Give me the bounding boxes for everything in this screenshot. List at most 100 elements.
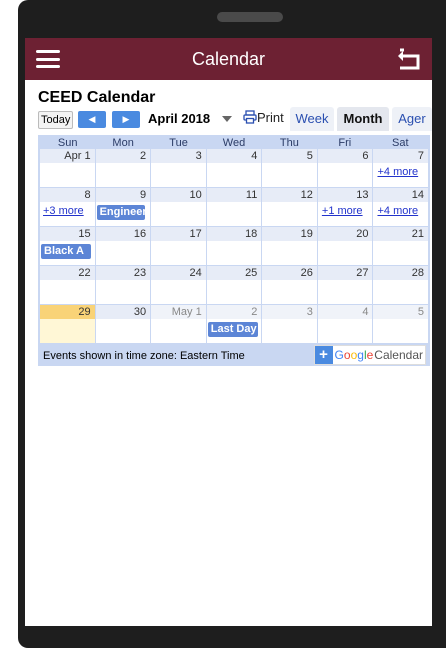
day-cell[interactable]: 24 <box>151 266 206 304</box>
more-events-link[interactable]: +1 more <box>322 205 363 217</box>
day-number: 25 <box>206 266 262 280</box>
month-dropdown-icon[interactable] <box>222 116 232 122</box>
weekday-label: Mon <box>112 137 134 149</box>
calendar-toolbar: Today ◀ ▶ April 2018 Print Week Month Ag… <box>38 107 432 132</box>
day-cell[interactable]: 5 <box>262 149 317 187</box>
week-row: 8 +3 more 9 Engineer 10 11 12 13 +1 more… <box>40 188 429 226</box>
day-cell[interactable]: 30 <box>95 305 151 343</box>
week-row: 15 Black A 16 17 18 19 20 21 <box>40 227 429 265</box>
day-cell[interactable]: 22 <box>40 266 95 304</box>
speaker-grille <box>217 12 283 22</box>
day-number: 4 <box>317 305 373 319</box>
day-number: 5 <box>373 305 429 319</box>
day-cell[interactable]: 16 <box>95 227 151 265</box>
app-screen: Calendar CEED Calendar Today ◀ ▶ April 2… <box>25 38 432 626</box>
day-cell[interactable]: 3 <box>151 149 206 187</box>
day-cell[interactable]: 27 <box>317 266 373 304</box>
prev-button[interactable]: ◀ <box>78 111 106 128</box>
day-cell[interactable]: 5 <box>373 305 429 343</box>
day-cell[interactable]: 6 <box>317 149 373 187</box>
day-cell[interactable]: May 1 <box>151 305 206 343</box>
day-cell[interactable]: 4 <box>206 149 262 187</box>
event-chip[interactable]: Black A <box>41 244 91 259</box>
day-number: 11 <box>206 188 262 202</box>
weekday-label: Wed <box>222 137 246 149</box>
next-button[interactable]: ▶ <box>112 111 140 128</box>
day-number: 30 <box>95 305 151 319</box>
month-grid: Sun Mon Tue Wed Thu Fri Sat Apr 1 2 3 4 … <box>38 135 430 366</box>
google-logo: Google <box>334 348 374 362</box>
day-cell[interactable]: 2 <box>95 149 151 187</box>
day-cell[interactable]: 19 <box>262 227 317 265</box>
google-calendar-button[interactable]: + Google Calendar <box>313 345 426 365</box>
day-cell[interactable]: 28 <box>373 266 429 304</box>
day-number: 3 <box>151 149 206 163</box>
day-cell[interactable]: 14 +4 more <box>373 188 429 226</box>
day-number: 2 <box>95 149 151 163</box>
weekday-label: Sun <box>57 137 78 149</box>
tab-month[interactable]: Month <box>337 107 389 131</box>
more-events-link[interactable]: +3 more <box>43 205 84 217</box>
calendar-footer: Events shown in time zone: Eastern Time … <box>40 344 428 366</box>
day-number: 21 <box>373 227 429 241</box>
day-number: Apr 1 <box>40 149 95 163</box>
today-button[interactable]: Today <box>38 111 74 129</box>
day-number: 27 <box>317 266 373 280</box>
day-cell[interactable]: 17 <box>151 227 206 265</box>
day-number: 8 <box>40 188 95 202</box>
more-events-link[interactable]: +4 more <box>377 205 418 217</box>
day-number: 7 <box>373 149 429 163</box>
day-number: 17 <box>151 227 206 241</box>
day-cell[interactable]: 25 <box>206 266 262 304</box>
day-number: 24 <box>151 266 206 280</box>
day-cell[interactable]: 20 <box>317 227 373 265</box>
day-cell[interactable]: 12 <box>262 188 317 226</box>
google-calendar-label: Calendar <box>374 348 423 362</box>
day-number: 26 <box>262 266 317 280</box>
app-title: Calendar <box>191 49 266 69</box>
week-row: 29 30 May 1 2 Last Day 3 4 5 <box>40 305 429 343</box>
day-cell-today[interactable]: 29 <box>40 305 95 343</box>
weekday-label: Fri <box>338 137 352 149</box>
day-cell[interactable]: 15 Black A <box>40 227 95 265</box>
month-label: April 2018 <box>148 111 211 126</box>
back-icon[interactable] <box>396 48 422 70</box>
day-cell[interactable]: 4 <box>317 305 373 343</box>
day-number: 29 <box>40 305 95 319</box>
tab-week[interactable]: Week <box>290 107 334 131</box>
day-number: 13 <box>317 188 373 202</box>
day-number: 10 <box>151 188 206 202</box>
day-number: 12 <box>262 188 317 202</box>
day-cell[interactable]: 7 +4 more <box>373 149 429 187</box>
day-cell[interactable]: 8 +3 more <box>40 188 95 226</box>
day-cell[interactable]: 11 <box>206 188 262 226</box>
tab-agenda[interactable]: Ager <box>392 107 432 131</box>
plus-icon: + <box>314 346 333 364</box>
day-cell[interactable]: 10 <box>151 188 206 226</box>
event-chip[interactable]: Last Day <box>207 322 258 337</box>
day-number: 9 <box>95 188 151 202</box>
day-cell[interactable]: 18 <box>206 227 262 265</box>
day-number: May 1 <box>151 305 206 319</box>
timezone-note: Events shown in time zone: Eastern Time <box>43 350 245 362</box>
print-label: Print <box>257 110 284 125</box>
calendar-title: CEED Calendar <box>38 89 156 106</box>
day-cell[interactable]: 9 Engineer <box>95 188 151 226</box>
day-cell[interactable]: 2 Last Day <box>206 305 262 343</box>
day-number: 28 <box>373 266 429 280</box>
day-cell[interactable]: 26 <box>262 266 317 304</box>
print-button[interactable]: Print <box>243 110 284 125</box>
day-cell[interactable]: 21 <box>373 227 429 265</box>
printer-icon <box>243 110 257 124</box>
app-bar: Calendar <box>25 38 432 80</box>
day-number: 16 <box>95 227 151 241</box>
event-chip[interactable]: Engineer <box>96 205 145 220</box>
day-cell[interactable]: 23 <box>95 266 151 304</box>
day-number: 2 <box>206 305 262 319</box>
day-cell[interactable]: 13 +1 more <box>317 188 373 226</box>
day-number: 5 <box>262 149 317 163</box>
more-events-link[interactable]: +4 more <box>377 166 418 178</box>
day-cell[interactable]: 3 <box>262 305 317 343</box>
day-number: 3 <box>262 305 317 319</box>
day-cell[interactable]: Apr 1 <box>40 149 95 187</box>
